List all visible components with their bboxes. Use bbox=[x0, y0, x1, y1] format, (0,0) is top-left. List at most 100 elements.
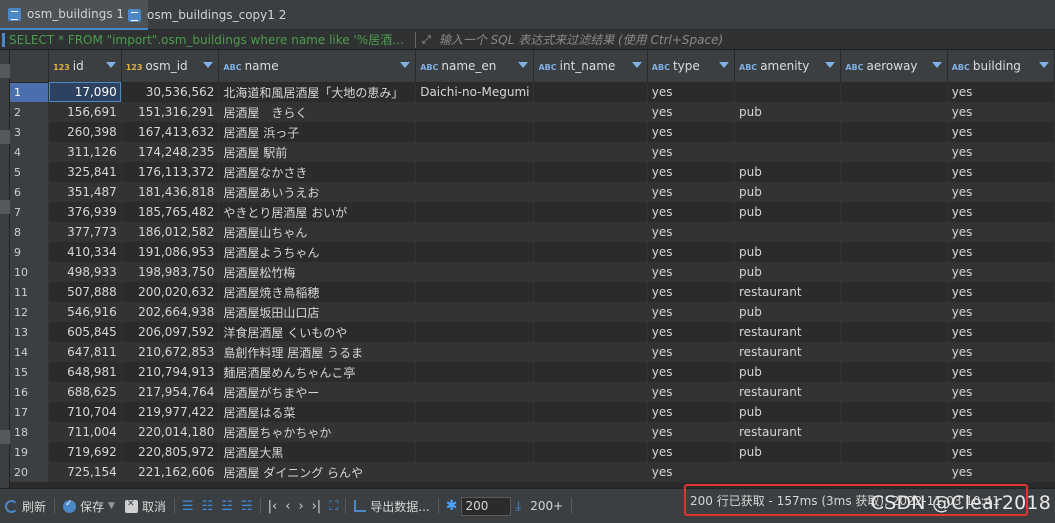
cell-osm-id[interactable]: 174,248,235 bbox=[121, 142, 220, 162]
cell-id[interactable]: 605,845 bbox=[48, 322, 122, 342]
cell-name-en[interactable] bbox=[415, 442, 535, 462]
table-row[interactable]: 1 17,090 30,536,562 北海道和風居酒屋「大地の恵み」 Daichi-n… bbox=[10, 82, 1055, 102]
save-button[interactable]: 保存▼ bbox=[58, 498, 120, 515]
sort-arrow-icon[interactable] bbox=[400, 62, 411, 68]
cell-type[interactable]: yes bbox=[647, 162, 736, 182]
cell-amenity[interactable]: pub bbox=[734, 362, 842, 382]
cell-amenity[interactable]: restaurant bbox=[734, 282, 842, 302]
cell-aeroway[interactable] bbox=[840, 142, 948, 162]
cell-id[interactable]: 260,398 bbox=[48, 122, 122, 142]
sort-arrow-icon[interactable] bbox=[1039, 62, 1049, 68]
cell-amenity[interactable]: pub bbox=[734, 402, 842, 422]
row-number[interactable]: 12 bbox=[10, 302, 50, 322]
cell-id[interactable]: 648,981 bbox=[48, 362, 122, 382]
cell-osm-id[interactable]: 151,316,291 bbox=[121, 102, 220, 122]
cell-name-en[interactable] bbox=[415, 202, 535, 222]
cell-osm-id[interactable]: 198,983,750 bbox=[121, 262, 220, 282]
cell-amenity[interactable]: restaurant bbox=[734, 382, 842, 402]
cell-id[interactable]: 688,625 bbox=[48, 382, 122, 402]
cell-aeroway[interactable] bbox=[840, 422, 948, 442]
cell-type[interactable]: yes bbox=[647, 422, 736, 442]
cell-id[interactable]: 17,090 bbox=[48, 82, 122, 102]
cell-type[interactable]: yes bbox=[647, 182, 736, 202]
cell-amenity[interactable]: pub bbox=[734, 162, 842, 182]
row-number[interactable]: 19 bbox=[10, 442, 50, 462]
cell-name[interactable]: 麺居酒屋めんちゃんこ亭 bbox=[218, 362, 417, 382]
cell-name[interactable]: 北海道和風居酒屋「大地の恵み」 bbox=[218, 82, 417, 102]
filter-input[interactable]: 输入一个 SQL 表达式来过滤结果 (使用 Ctrl+Space) bbox=[439, 31, 1055, 48]
sort-arrow-icon[interactable] bbox=[825, 62, 836, 68]
cell-osm-id[interactable]: 217,954,764 bbox=[121, 382, 220, 402]
row-number[interactable]: 18 bbox=[10, 422, 50, 442]
gear-icon[interactable]: ✱ bbox=[442, 498, 462, 514]
cell-building[interactable]: yes bbox=[947, 102, 1055, 122]
cell-id[interactable]: 325,841 bbox=[48, 162, 122, 182]
row-number[interactable]: 17 bbox=[10, 402, 50, 422]
row-number[interactable]: 7 bbox=[10, 202, 50, 222]
cell-building[interactable]: yes bbox=[947, 82, 1055, 102]
cell-name-en[interactable] bbox=[415, 142, 535, 162]
cell-amenity[interactable]: pub bbox=[734, 102, 842, 122]
cell-name[interactable]: 居酒屋坂田山口店 bbox=[218, 302, 417, 322]
table-row[interactable]: 11 507,888 200,020,632 居酒屋焼き鳥稲穂 yes restauran… bbox=[10, 282, 1055, 302]
cell-amenity[interactable] bbox=[734, 122, 842, 142]
cell-aeroway[interactable] bbox=[840, 302, 948, 322]
cell-aeroway[interactable] bbox=[840, 342, 948, 362]
table-row[interactable]: 5 325,841 176,113,372 居酒屋なかさき yes pub yes bbox=[10, 162, 1055, 182]
cell-aeroway[interactable] bbox=[840, 102, 948, 122]
table-row[interactable]: 2 156,691 151,316,291 居酒屋 きらく yes pub yes bbox=[10, 102, 1055, 122]
cell-int-name[interactable] bbox=[533, 302, 648, 322]
cell-int-name[interactable] bbox=[533, 342, 648, 362]
row-number[interactable]: 13 bbox=[10, 322, 50, 342]
cell-id[interactable]: 710,704 bbox=[48, 402, 122, 422]
table-row[interactable]: 19 719,692 220,805,972 居酒屋大黒 yes pub yes bbox=[10, 442, 1055, 462]
cell-type[interactable]: yes bbox=[647, 382, 736, 402]
cell-osm-id[interactable]: 210,672,853 bbox=[121, 342, 220, 362]
cell-name[interactable]: 居酒屋あいうえお bbox=[218, 182, 417, 202]
cell-name-en[interactable] bbox=[415, 322, 535, 342]
row-number[interactable]: 14 bbox=[10, 342, 50, 362]
cell-id[interactable]: 725,154 bbox=[48, 462, 122, 482]
cell-amenity[interactable]: pub bbox=[734, 182, 842, 202]
cancel-button[interactable]: 取消 bbox=[120, 498, 171, 515]
chevron-down-icon[interactable]: ▼ bbox=[108, 501, 115, 511]
sort-arrow-icon[interactable] bbox=[931, 62, 942, 68]
cell-name-en[interactable] bbox=[415, 222, 535, 242]
cell-id[interactable]: 156,691 bbox=[48, 102, 122, 122]
column-header-osm-id[interactable]: 123 osm_id bbox=[121, 50, 220, 83]
cell-aeroway[interactable] bbox=[840, 402, 948, 422]
row-number[interactable]: 3 bbox=[10, 122, 50, 142]
cell-int-name[interactable] bbox=[533, 162, 648, 182]
table-row[interactable]: 7 376,939 185,765,482 やきとり居酒屋 おいが yes pub yes bbox=[10, 202, 1055, 222]
table-row[interactable]: 18 711,004 220,014,180 居酒屋ちゃかちゃか yes restaura… bbox=[10, 422, 1055, 442]
cell-type[interactable]: yes bbox=[647, 342, 736, 362]
cell-amenity[interactable] bbox=[734, 82, 842, 102]
cell-name-en[interactable] bbox=[415, 122, 535, 142]
cell-aeroway[interactable] bbox=[840, 282, 948, 302]
row-number[interactable]: 6 bbox=[10, 182, 50, 202]
column-header-name[interactable]: ABC name bbox=[218, 50, 417, 83]
panel-toggle-icon[interactable] bbox=[0, 200, 10, 214]
cell-int-name[interactable] bbox=[533, 282, 648, 302]
table-row[interactable]: 6 351,487 181,436,818 居酒屋あいうえお yes pub yes bbox=[10, 182, 1055, 202]
expand-icon[interactable]: ⤢ bbox=[422, 33, 431, 47]
cell-type[interactable]: yes bbox=[647, 282, 736, 302]
column-header-type[interactable]: ABC type bbox=[647, 50, 736, 83]
cell-type[interactable]: yes bbox=[647, 102, 736, 122]
cell-type[interactable]: yes bbox=[647, 322, 736, 342]
cell-aeroway[interactable] bbox=[840, 222, 948, 242]
cell-id[interactable]: 546,916 bbox=[48, 302, 122, 322]
cell-amenity[interactable]: restaurant bbox=[734, 422, 842, 442]
cell-building[interactable]: yes bbox=[947, 122, 1055, 142]
cell-id[interactable]: 351,487 bbox=[48, 182, 122, 202]
cell-amenity[interactable] bbox=[734, 222, 842, 242]
cell-type[interactable]: yes bbox=[647, 462, 736, 482]
table-row[interactable]: 17 710,704 219,977,422 居酒屋はる菜 yes pub yes bbox=[10, 402, 1055, 422]
row-number[interactable]: 16 bbox=[10, 382, 50, 402]
sort-arrow-icon[interactable] bbox=[518, 62, 529, 68]
next-page-icon[interactable]: › bbox=[294, 499, 307, 514]
cell-aeroway[interactable] bbox=[840, 462, 948, 482]
cell-type[interactable]: yes bbox=[647, 402, 736, 422]
cell-osm-id[interactable]: 186,012,582 bbox=[121, 222, 220, 242]
last-page-icon[interactable]: ›| bbox=[308, 499, 326, 514]
